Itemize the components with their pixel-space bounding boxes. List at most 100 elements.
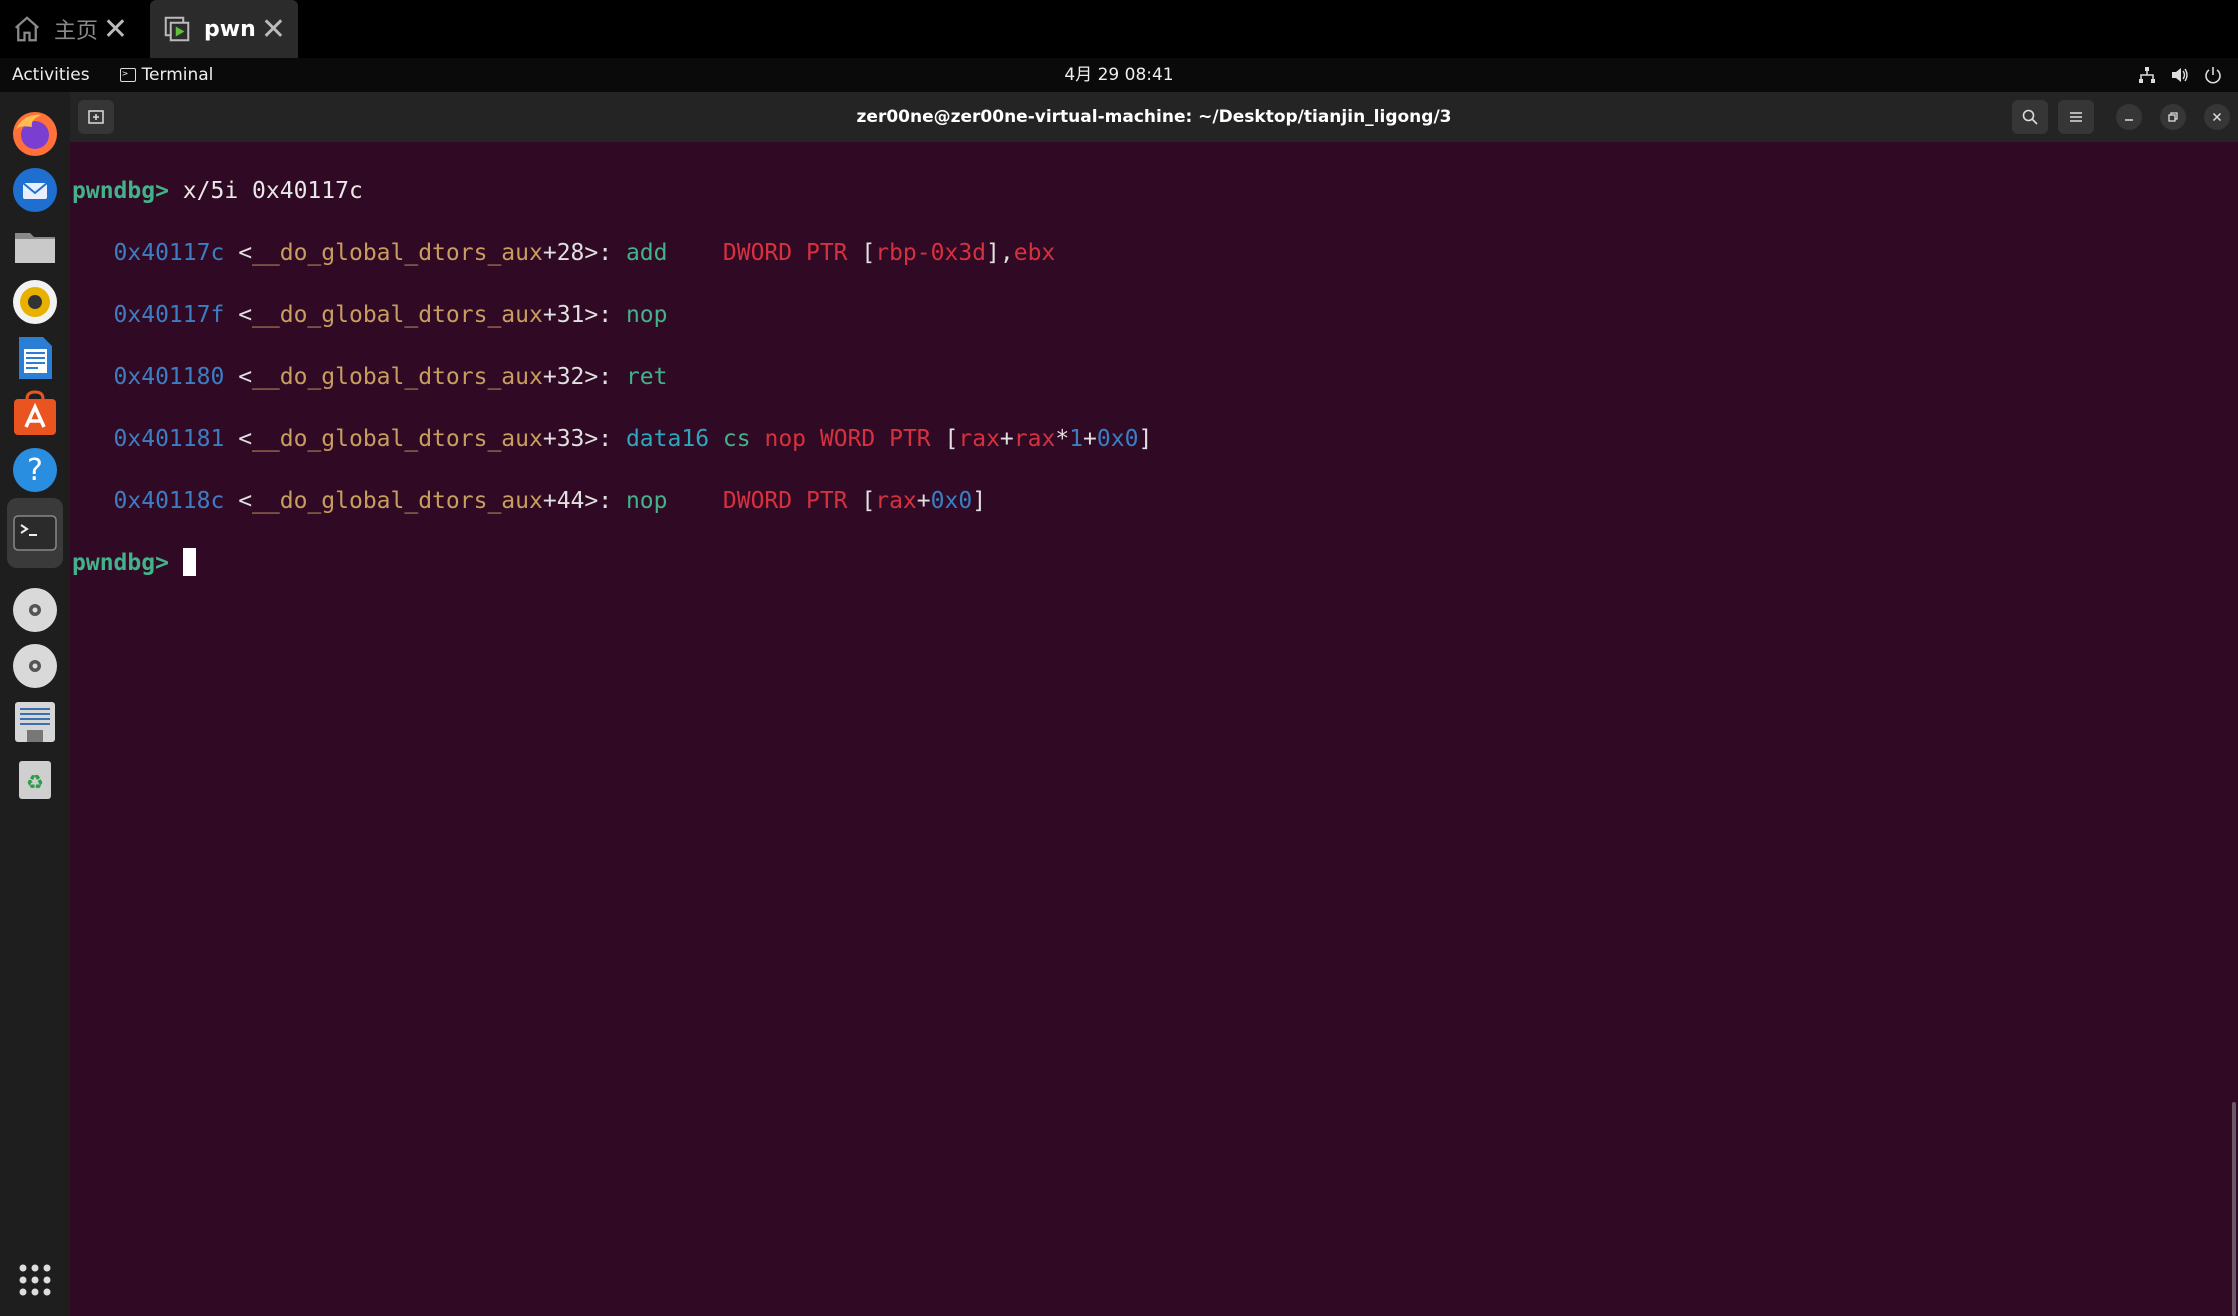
function-symbol: __do_global_dtors_aux	[252, 364, 543, 390]
base-register: rax	[875, 488, 917, 514]
home-icon	[15, 16, 39, 42]
mnemonic: add	[625, 240, 668, 266]
disasm-line: 0x40118c <__do_global_dtors_aux+44>: nop…	[113, 488, 987, 514]
tab-home[interactable]: 主页 ✕	[0, 0, 140, 58]
minimize-button[interactable]	[2116, 104, 2142, 130]
terminal-output[interactable]: pwndbg> x/5i 0x40117c 0x40117c <__do_glo…	[72, 145, 2212, 641]
command-text: x/5i 0x40117c	[182, 178, 363, 204]
tab-pwn-label: pwn	[204, 16, 256, 42]
hamburger-menu-icon	[2070, 112, 2082, 122]
app-menu-label: Terminal	[141, 65, 214, 85]
disasm-line: 0x401181 <__do_global_dtors_aux+33>: dat…	[113, 426, 1153, 452]
segment-prefix: cs	[722, 426, 751, 452]
offset: +44	[542, 488, 585, 514]
new-tab-icon	[88, 110, 104, 124]
function-symbol: __do_global_dtors_aux	[252, 426, 543, 452]
function-symbol: __do_global_dtors_aux	[252, 302, 543, 328]
prompt: pwndbg>	[72, 550, 169, 576]
dock-thunderbird[interactable]	[7, 162, 63, 218]
terminal-window: zer00ne@zer00ne-virtual-machine: ~/Deskt…	[70, 92, 2238, 1316]
network-icon	[2139, 67, 2155, 83]
power-icon	[2205, 67, 2221, 84]
address: 0x40118c	[113, 488, 225, 514]
memory-operand: rbp-0x3d	[875, 240, 987, 266]
minimize-icon	[2125, 119, 2133, 121]
operand-size: WORD PTR	[819, 426, 931, 452]
address: 0x40117f	[113, 302, 225, 328]
disasm-line: 0x40117f <__do_global_dtors_aux+31>: nop	[113, 302, 668, 328]
maximize-button[interactable]	[2160, 104, 2186, 130]
tab-home-close-icon[interactable]: ✕	[103, 12, 128, 47]
terminal-small-icon: >	[119, 68, 136, 82]
address: 0x401180	[113, 364, 225, 390]
dock-rhythmbox[interactable]	[7, 274, 63, 330]
function-symbol: __do_global_dtors_aux	[252, 488, 543, 514]
mnemonic: data16	[625, 426, 710, 452]
clock[interactable]: 4月 29 08:41	[1064, 65, 1173, 85]
thunderbird-icon	[13, 168, 57, 212]
dock-help[interactable]: ?	[7, 442, 63, 498]
trash-icon: ♻	[19, 761, 51, 799]
menu-button[interactable]	[2058, 100, 2094, 134]
activities-button[interactable]: Activities	[12, 65, 90, 85]
restore-icon	[2168, 112, 2178, 122]
top-panel: Activities > Terminal 4月 29 08:41	[0, 58, 2238, 92]
address: 0x40117c	[113, 240, 225, 266]
offset: +31	[542, 302, 585, 328]
command-line: pwndbg> x/5i 0x40117c	[72, 176, 2212, 207]
volume-icon	[2172, 68, 2188, 82]
index-register: rax	[1013, 426, 1056, 452]
dock-trash[interactable]: ♻	[7, 750, 63, 806]
mnemonic: ret	[625, 364, 668, 390]
dock-disc-2[interactable]	[7, 638, 63, 694]
app-menu[interactable]: > Terminal	[119, 65, 214, 85]
system-tray[interactable]	[2138, 58, 2222, 92]
app-grid-icon	[19, 1264, 51, 1296]
optical-disc-icon	[13, 644, 57, 688]
libreoffice-writer-icon	[19, 337, 52, 379]
close-icon	[2212, 112, 2222, 122]
dock: ? ♻	[0, 92, 70, 1316]
terminal-scrollbar[interactable]	[2232, 1102, 2236, 1316]
displacement: 0x0	[930, 488, 973, 514]
dock-software[interactable]	[7, 386, 63, 442]
disasm-line: 0x401180 <__do_global_dtors_aux+32>: ret	[113, 364, 668, 390]
dock-floppy[interactable]	[7, 694, 63, 750]
dock-terminal[interactable]	[7, 498, 63, 568]
dock-show-apps[interactable]	[7, 1252, 63, 1308]
inner-mnemonic: nop	[764, 426, 807, 452]
tab-home-label: 主页	[54, 19, 99, 44]
disasm-line: 0x40117c <__do_global_dtors_aux+28>: add…	[113, 240, 1056, 266]
tab-pwn-close-icon[interactable]: ✕	[261, 12, 286, 47]
offset: +33	[542, 426, 585, 452]
dock-writer[interactable]	[7, 330, 63, 386]
dock-disc-1[interactable]	[7, 582, 63, 638]
operand-size: DWORD PTR	[722, 240, 848, 266]
search-button[interactable]	[2012, 100, 2048, 134]
tab-strip: 主页 ✕ pwn ✕	[0, 0, 2238, 58]
mnemonic: nop	[625, 488, 668, 514]
dock-firefox[interactable]	[7, 106, 63, 162]
firefox-icon	[13, 112, 57, 156]
close-button[interactable]	[2204, 104, 2230, 130]
tab-pwn[interactable]: pwn ✕	[150, 0, 298, 58]
app-center-icon	[14, 390, 56, 435]
search-icon	[2022, 109, 2038, 125]
svg-text:♻: ♻	[26, 770, 44, 794]
prompt: pwndbg>	[72, 178, 169, 204]
register-operand: ebx	[1013, 240, 1056, 266]
current-prompt-line[interactable]: pwndbg>	[72, 548, 2212, 579]
mnemonic: nop	[625, 302, 668, 328]
operand-size: DWORD PTR	[722, 488, 848, 514]
files-folder-icon	[15, 233, 55, 263]
offset: +32	[542, 364, 585, 390]
help-icon: ?	[13, 448, 57, 492]
address: 0x401181	[113, 426, 225, 452]
new-tab-button[interactable]	[78, 100, 114, 134]
scale: 1	[1069, 426, 1084, 452]
window-title: zer00ne@zer00ne-virtual-machine: ~/Deskt…	[856, 107, 1452, 127]
dock-files[interactable]	[7, 218, 63, 274]
floppy-drive-icon	[15, 702, 55, 742]
text-cursor	[182, 548, 196, 576]
terminal-headerbar: zer00ne@zer00ne-virtual-machine: ~/Deskt…	[70, 92, 2238, 142]
